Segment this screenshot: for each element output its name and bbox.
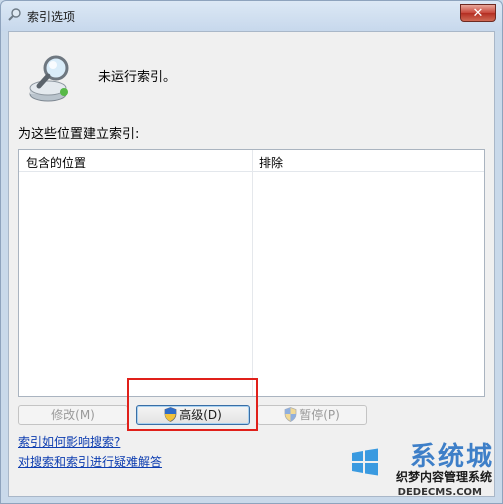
column-exclude[interactable]: 排除 xyxy=(259,154,283,171)
watermark-line-1: 织梦内容管理系统 xyxy=(395,470,492,484)
how-indexing-affects-search-link[interactable]: 索引如何影响搜索? xyxy=(18,433,120,450)
close-icon: ✕ xyxy=(472,6,484,21)
watermark-line-2: DEDECMS.COM xyxy=(397,487,482,498)
locations-list[interactable]: 包含的位置 排除 xyxy=(18,149,485,397)
modify-button[interactable]: 修改(M) xyxy=(18,405,128,425)
pause-button[interactable]: 暂停(P) xyxy=(257,405,367,425)
indexing-options-window: 索引选项 ✕ 未运行索引。 为这些位置建立索引: 包含的位置 排除 修改(M) xyxy=(0,0,503,504)
watermark: 系统城 织梦内容管理系统 DEDECMS.COM xyxy=(340,441,500,501)
indexing-status-text: 未运行索引。 xyxy=(98,70,177,85)
modify-button-label: 修改(M) xyxy=(51,408,95,422)
annotation-highlight-box xyxy=(127,378,258,431)
column-included-locations[interactable]: 包含的位置 xyxy=(26,154,86,171)
locations-heading: 为这些位置建立索引: xyxy=(18,127,140,142)
search-index-icon xyxy=(8,8,21,21)
close-button[interactable]: ✕ xyxy=(460,4,496,22)
column-divider xyxy=(252,150,253,396)
pause-button-label: 暂停(P) xyxy=(299,408,340,422)
indexing-magnifier-icon xyxy=(29,55,69,102)
uac-shield-icon xyxy=(284,407,297,422)
windows-logo-icon xyxy=(352,448,378,476)
title-bar[interactable]: 索引选项 ✕ xyxy=(1,1,502,31)
troubleshoot-search-link[interactable]: 对搜索和索引进行疑难解答 xyxy=(18,453,162,470)
window-title: 索引选项 xyxy=(27,10,76,24)
